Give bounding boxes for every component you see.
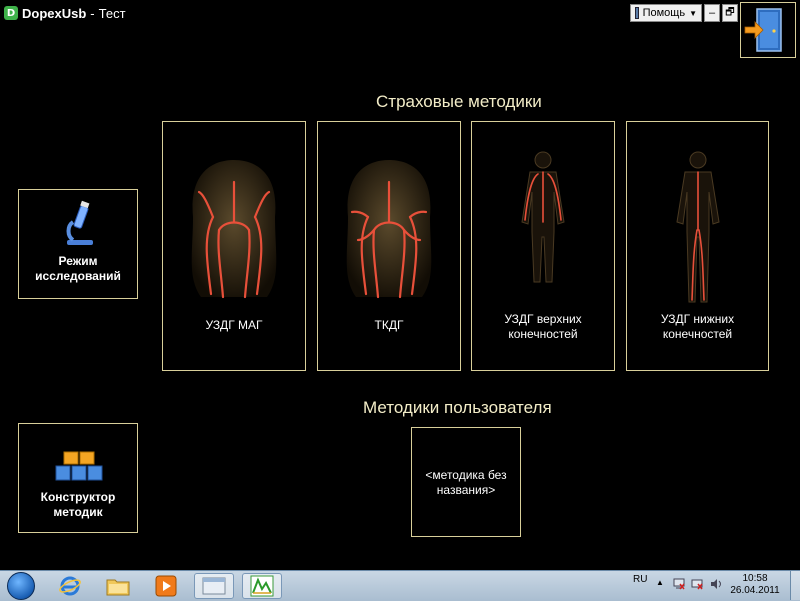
folder-icon bbox=[106, 579, 130, 596]
app-name: DopexUsb bbox=[22, 5, 87, 21]
user-method-label: <методика без названия> bbox=[425, 468, 507, 497]
method-label: ТКДГ bbox=[374, 318, 404, 332]
window-subtitle: Тест bbox=[98, 5, 126, 21]
chevron-down-icon: ▼ bbox=[689, 8, 697, 18]
taskbar-app-explorer[interactable] bbox=[98, 573, 138, 599]
user-method-card[interactable]: <методика без названия> bbox=[411, 427, 521, 537]
volume-icon[interactable] bbox=[710, 578, 722, 590]
standard-methods-title: Страховые методики bbox=[376, 92, 542, 111]
clock-time: 10:58 bbox=[742, 573, 768, 584]
display-icon[interactable] bbox=[691, 578, 703, 590]
method-card-tkdg[interactable]: ТКДГ bbox=[317, 121, 461, 371]
show-desktop-button[interactable] bbox=[790, 571, 800, 600]
method-card-uzdg-mag[interactable]: УЗДГ МАГ bbox=[162, 121, 306, 371]
taskbar-app-dopex[interactable] bbox=[242, 573, 282, 599]
start-orb-icon bbox=[7, 572, 35, 600]
research-mode-label: Режим исследований bbox=[35, 254, 121, 283]
head-vessels-icon bbox=[191, 160, 277, 299]
system-clock[interactable]: 10:58 26.04.2011 bbox=[730, 573, 780, 597]
method-label: УЗДГ верхних конечностей bbox=[504, 312, 582, 341]
ie-icon bbox=[59, 576, 81, 596]
restore-button[interactable]: 🗗 bbox=[722, 4, 738, 22]
help-label: Помощь bbox=[642, 7, 686, 19]
taskbar-app-media[interactable] bbox=[146, 573, 186, 599]
window-title: D DopexUsb - Тест bbox=[4, 3, 126, 23]
exit-door-icon bbox=[744, 8, 782, 52]
user-methods-title: Методики пользователя bbox=[363, 398, 552, 417]
constructor-button[interactable]: Конструктор методик bbox=[18, 423, 138, 533]
blocks-icon bbox=[55, 451, 103, 481]
exit-button[interactable] bbox=[740, 2, 796, 58]
constructor-label: Конструктор методик bbox=[40, 490, 116, 519]
body-vessels-icon bbox=[521, 151, 565, 283]
clock-date: 26.04.2011 bbox=[730, 585, 780, 596]
microscope-icon bbox=[66, 200, 93, 245]
media-player-icon bbox=[155, 575, 177, 597]
taskbar-app-window[interactable] bbox=[194, 573, 234, 599]
app-logo-icon: D bbox=[4, 6, 18, 20]
head-vessels-icon bbox=[346, 160, 432, 299]
help-icon bbox=[635, 7, 639, 19]
help-button[interactable]: Помощь ▼ bbox=[630, 4, 702, 22]
taskbar-app-ie[interactable] bbox=[50, 573, 90, 599]
tray-expand-icon[interactable]: ▲ bbox=[656, 578, 664, 587]
minimize-icon: – bbox=[708, 7, 716, 19]
language-indicator[interactable]: RU bbox=[633, 574, 647, 585]
title-separator: - bbox=[90, 5, 95, 21]
restore-icon: 🗗 bbox=[725, 6, 735, 18]
dopex-icon bbox=[250, 575, 274, 597]
body-vessels-icon bbox=[676, 151, 720, 303]
method-card-lower-limbs[interactable]: УЗДГ нижних конечностей bbox=[626, 121, 769, 371]
minimize-button[interactable]: – bbox=[704, 4, 720, 22]
method-label: УЗДГ МАГ bbox=[205, 318, 263, 332]
method-label: УЗДГ нижних конечностей bbox=[660, 312, 735, 341]
research-mode-button[interactable]: Режим исследований bbox=[18, 189, 138, 299]
network-icon[interactable] bbox=[673, 578, 685, 590]
method-card-upper-limbs[interactable]: УЗДГ верхних конечностей bbox=[471, 121, 615, 371]
start-button[interactable] bbox=[4, 572, 38, 600]
app-window-icon bbox=[202, 577, 226, 595]
